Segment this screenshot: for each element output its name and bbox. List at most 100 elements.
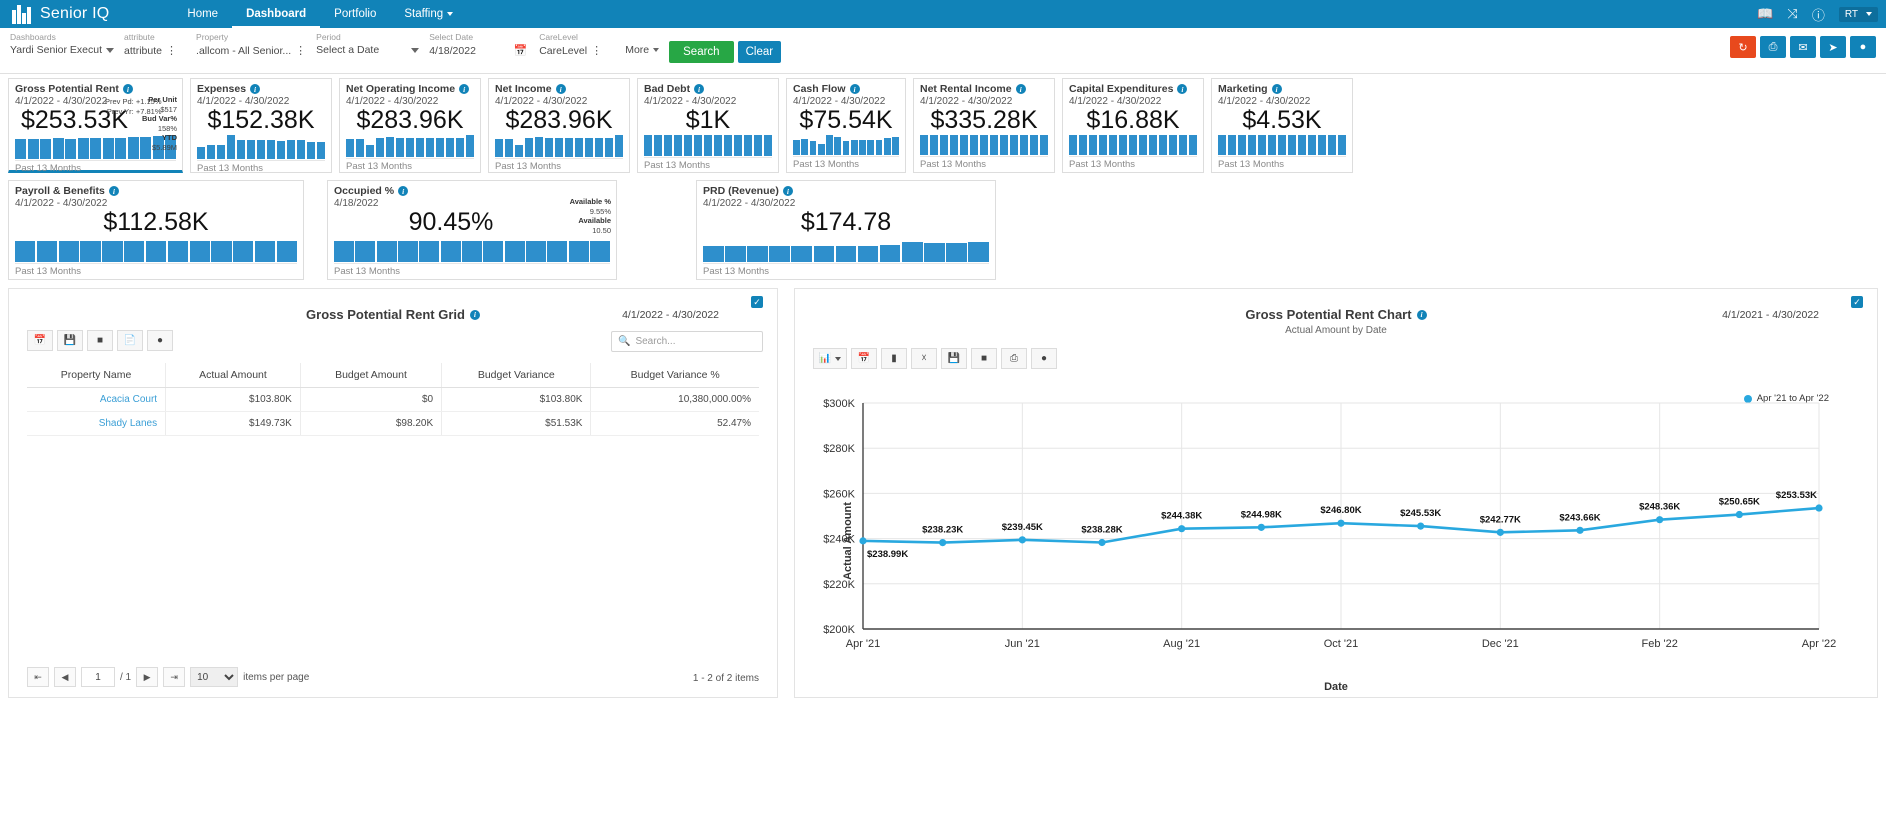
table-column-header[interactable]: Property Name [27, 363, 167, 388]
kpi-card-expenses[interactable]: Expenses i 4/1/2022 - 4/30/2022 $152.38K Pas… [190, 78, 332, 174]
info-icon[interactable]: i [459, 84, 470, 94]
more-options-icon[interactable]: ⋮ [166, 44, 177, 57]
more-options-icon[interactable]: ⋮ [591, 44, 602, 57]
brand-logo-area[interactable]: Senior IQ [12, 4, 109, 24]
no-label-icon[interactable]: ☓ [911, 348, 937, 369]
calendar-icon[interactable]: 📅 [514, 44, 528, 57]
chart-data-point[interactable] [1815, 504, 1823, 512]
chart-data-point[interactable] [1018, 536, 1026, 544]
excel-icon[interactable]: ■ [971, 348, 997, 369]
chart-data-point[interactable] [1337, 519, 1345, 527]
page-number-input[interactable] [81, 667, 115, 687]
email-icon[interactable]: ✉ [1790, 36, 1816, 58]
info-icon[interactable]: i [398, 186, 409, 196]
chevron-down-icon[interactable] [411, 44, 420, 56]
nav-item-home[interactable]: Home [173, 0, 232, 28]
refresh-icon[interactable]: ↻ [1730, 36, 1756, 58]
info-icon[interactable]: i [122, 84, 133, 94]
info-icon[interactable]: i [1271, 84, 1282, 94]
grid-panel-checkbox[interactable]: ✓ [751, 296, 763, 308]
table-column-header[interactable]: Budget Variance % [590, 363, 759, 388]
kpi-card-cash-flow[interactable]: Cash Flow i 4/1/2022 - 4/30/2022 $75.54K Pas… [786, 78, 906, 173]
next-page-button[interactable]: ▶ [136, 667, 159, 687]
info-icon[interactable]: i [1015, 84, 1026, 94]
kpi-card-prd-revenue[interactable]: PRD (Revenue) i 4/1/2022 - 4/30/2022 $174.7… [696, 180, 996, 280]
first-page-button[interactable]: ⇤ [27, 667, 49, 687]
filter-carelevel[interactable]: CareLevel CareLevel ⋮ [539, 32, 609, 57]
filter-attribute[interactable]: attribute attribute ⋮ [124, 32, 186, 57]
table-column-header[interactable]: Budget Amount [300, 363, 443, 388]
chart-data-point[interactable] [1098, 538, 1106, 547]
nav-item-staffing[interactable]: Staffing [390, 0, 467, 28]
property-name-link[interactable]: Acacia Court [27, 387, 167, 412]
nav-item-portfolio[interactable]: Portfolio [320, 0, 390, 28]
chevron-down-icon[interactable] [106, 44, 115, 56]
column-icon[interactable]: ▮ [881, 348, 907, 369]
prev-page-button[interactable]: ◀ [54, 667, 76, 687]
filter-period[interactable]: Period Select a Date [316, 32, 420, 57]
comment-icon[interactable]: ● [147, 330, 173, 351]
chart-data-point[interactable] [1178, 525, 1186, 533]
comment-icon[interactable]: ● [1031, 348, 1057, 369]
filter-select-date[interactable]: Select Date 4/18/2022 📅 [429, 32, 529, 57]
more-options-icon[interactable]: ⋮ [295, 44, 306, 57]
save-icon[interactable]: 💾 [57, 330, 83, 351]
chart-type-icon[interactable]: 📊 [813, 348, 847, 369]
share-icon[interactable]: ➤ [1820, 36, 1846, 58]
gross-potential-rent-table: Property Name Actual Amount Budget Amount B… [27, 363, 759, 436]
kpi-card-payroll-benefits[interactable]: Payroll & Benefits i 4/1/2022 - 4/30/2022 $… [8, 180, 304, 280]
user-menu[interactable]: RT [1838, 6, 1878, 22]
nav-item-dashboard[interactable]: Dashboard [232, 0, 321, 28]
chart-data-point[interactable] [1576, 526, 1584, 534]
filter-dashboards[interactable]: Dashboards Yardi Senior Execut [10, 32, 115, 57]
info-icon[interactable]: i [782, 186, 793, 196]
chart-data-label: $238.28K [1081, 524, 1122, 535]
property-name-link[interactable]: Shady Lanes [27, 411, 167, 436]
page-size-select[interactable]: 10 [190, 667, 239, 687]
kpi-card-net-operating-income[interactable]: Net Operating Income i 4/1/2022 - 4/30/202… [339, 78, 481, 173]
kpi-card-occupied[interactable]: Occupied % i 4/18/2022 Available % 9.55% Avai… [327, 180, 617, 280]
chart-data-point[interactable] [859, 537, 867, 545]
chart-data-point[interactable] [1735, 510, 1743, 519]
grid-search-box[interactable]: 🔍 Search... [611, 331, 763, 352]
table-column-header[interactable]: Actual Amount [165, 363, 301, 388]
filter-more[interactable]: More [625, 32, 660, 56]
chart-data-point[interactable] [1496, 528, 1504, 536]
calendar-icon[interactable]: 📅 [851, 348, 877, 369]
chart-data-point[interactable] [939, 539, 947, 547]
info-icon[interactable]: i [849, 84, 860, 94]
calendar-icon[interactable]: 📅 [27, 330, 53, 351]
chart-data-point[interactable] [1257, 523, 1265, 531]
save-icon[interactable]: 💾 [941, 348, 967, 369]
kpi-footer-label: Past 13 Months [920, 156, 1048, 172]
print-icon[interactable]: ⎙ [1760, 36, 1786, 58]
filter-property[interactable]: Property .allcom - All Senior... ⋮ [196, 32, 306, 57]
clear-button[interactable]: Clear [737, 41, 782, 63]
info-icon[interactable]: i [694, 84, 705, 94]
info-icon[interactable]: i [1416, 309, 1427, 320]
comment-icon[interactable]: ● [1850, 36, 1876, 58]
last-page-button[interactable]: ⇥ [163, 667, 186, 687]
chart-panel-checkbox[interactable]: ✓ [1851, 296, 1863, 308]
info-icon[interactable]: i [469, 309, 480, 320]
kpi-card-bad-debt[interactable]: Bad Debt i 4/1/2022 - 4/30/2022 $1K Past 13 … [637, 78, 779, 173]
kpi-card-net-rental-income[interactable]: Net Rental Income i 4/1/2022 - 4/30/2022 $3… [913, 78, 1055, 173]
kpi-card-net-income[interactable]: Net Income i 4/1/2022 - 4/30/2022 $283.96K P… [488, 78, 630, 173]
shuffle-icon[interactable]: ⤨ [1787, 6, 1797, 22]
pdf-icon[interactable]: 📄 [117, 330, 143, 351]
kpi-card-capital-expenditures[interactable]: Capital Expenditures i 4/1/2022 - 4/30/202… [1062, 78, 1204, 173]
kpi-card-gross-potential-rent[interactable]: Gross Potential Rent i 4/1/2022 - 4/30/202… [8, 78, 183, 174]
book-icon[interactable]: 📖 [1757, 6, 1773, 22]
chart-data-point[interactable] [1656, 516, 1664, 524]
info-icon[interactable]: i [1177, 84, 1188, 94]
info-icon[interactable]: i [555, 84, 566, 94]
table-column-header[interactable]: Budget Variance [441, 363, 592, 388]
kpi-card-marketing[interactable]: Marketing i 4/1/2022 - 4/30/2022 $4.53K Past… [1211, 78, 1353, 173]
help-icon[interactable]: ⓘ [1812, 5, 1825, 24]
info-icon[interactable]: i [108, 186, 119, 196]
print-icon[interactable]: ⎙ [1001, 348, 1027, 369]
info-icon[interactable]: i [250, 84, 261, 94]
chart-data-point[interactable] [1417, 522, 1425, 530]
search-button[interactable]: Search [669, 41, 734, 63]
excel-icon[interactable]: ■ [87, 330, 113, 351]
